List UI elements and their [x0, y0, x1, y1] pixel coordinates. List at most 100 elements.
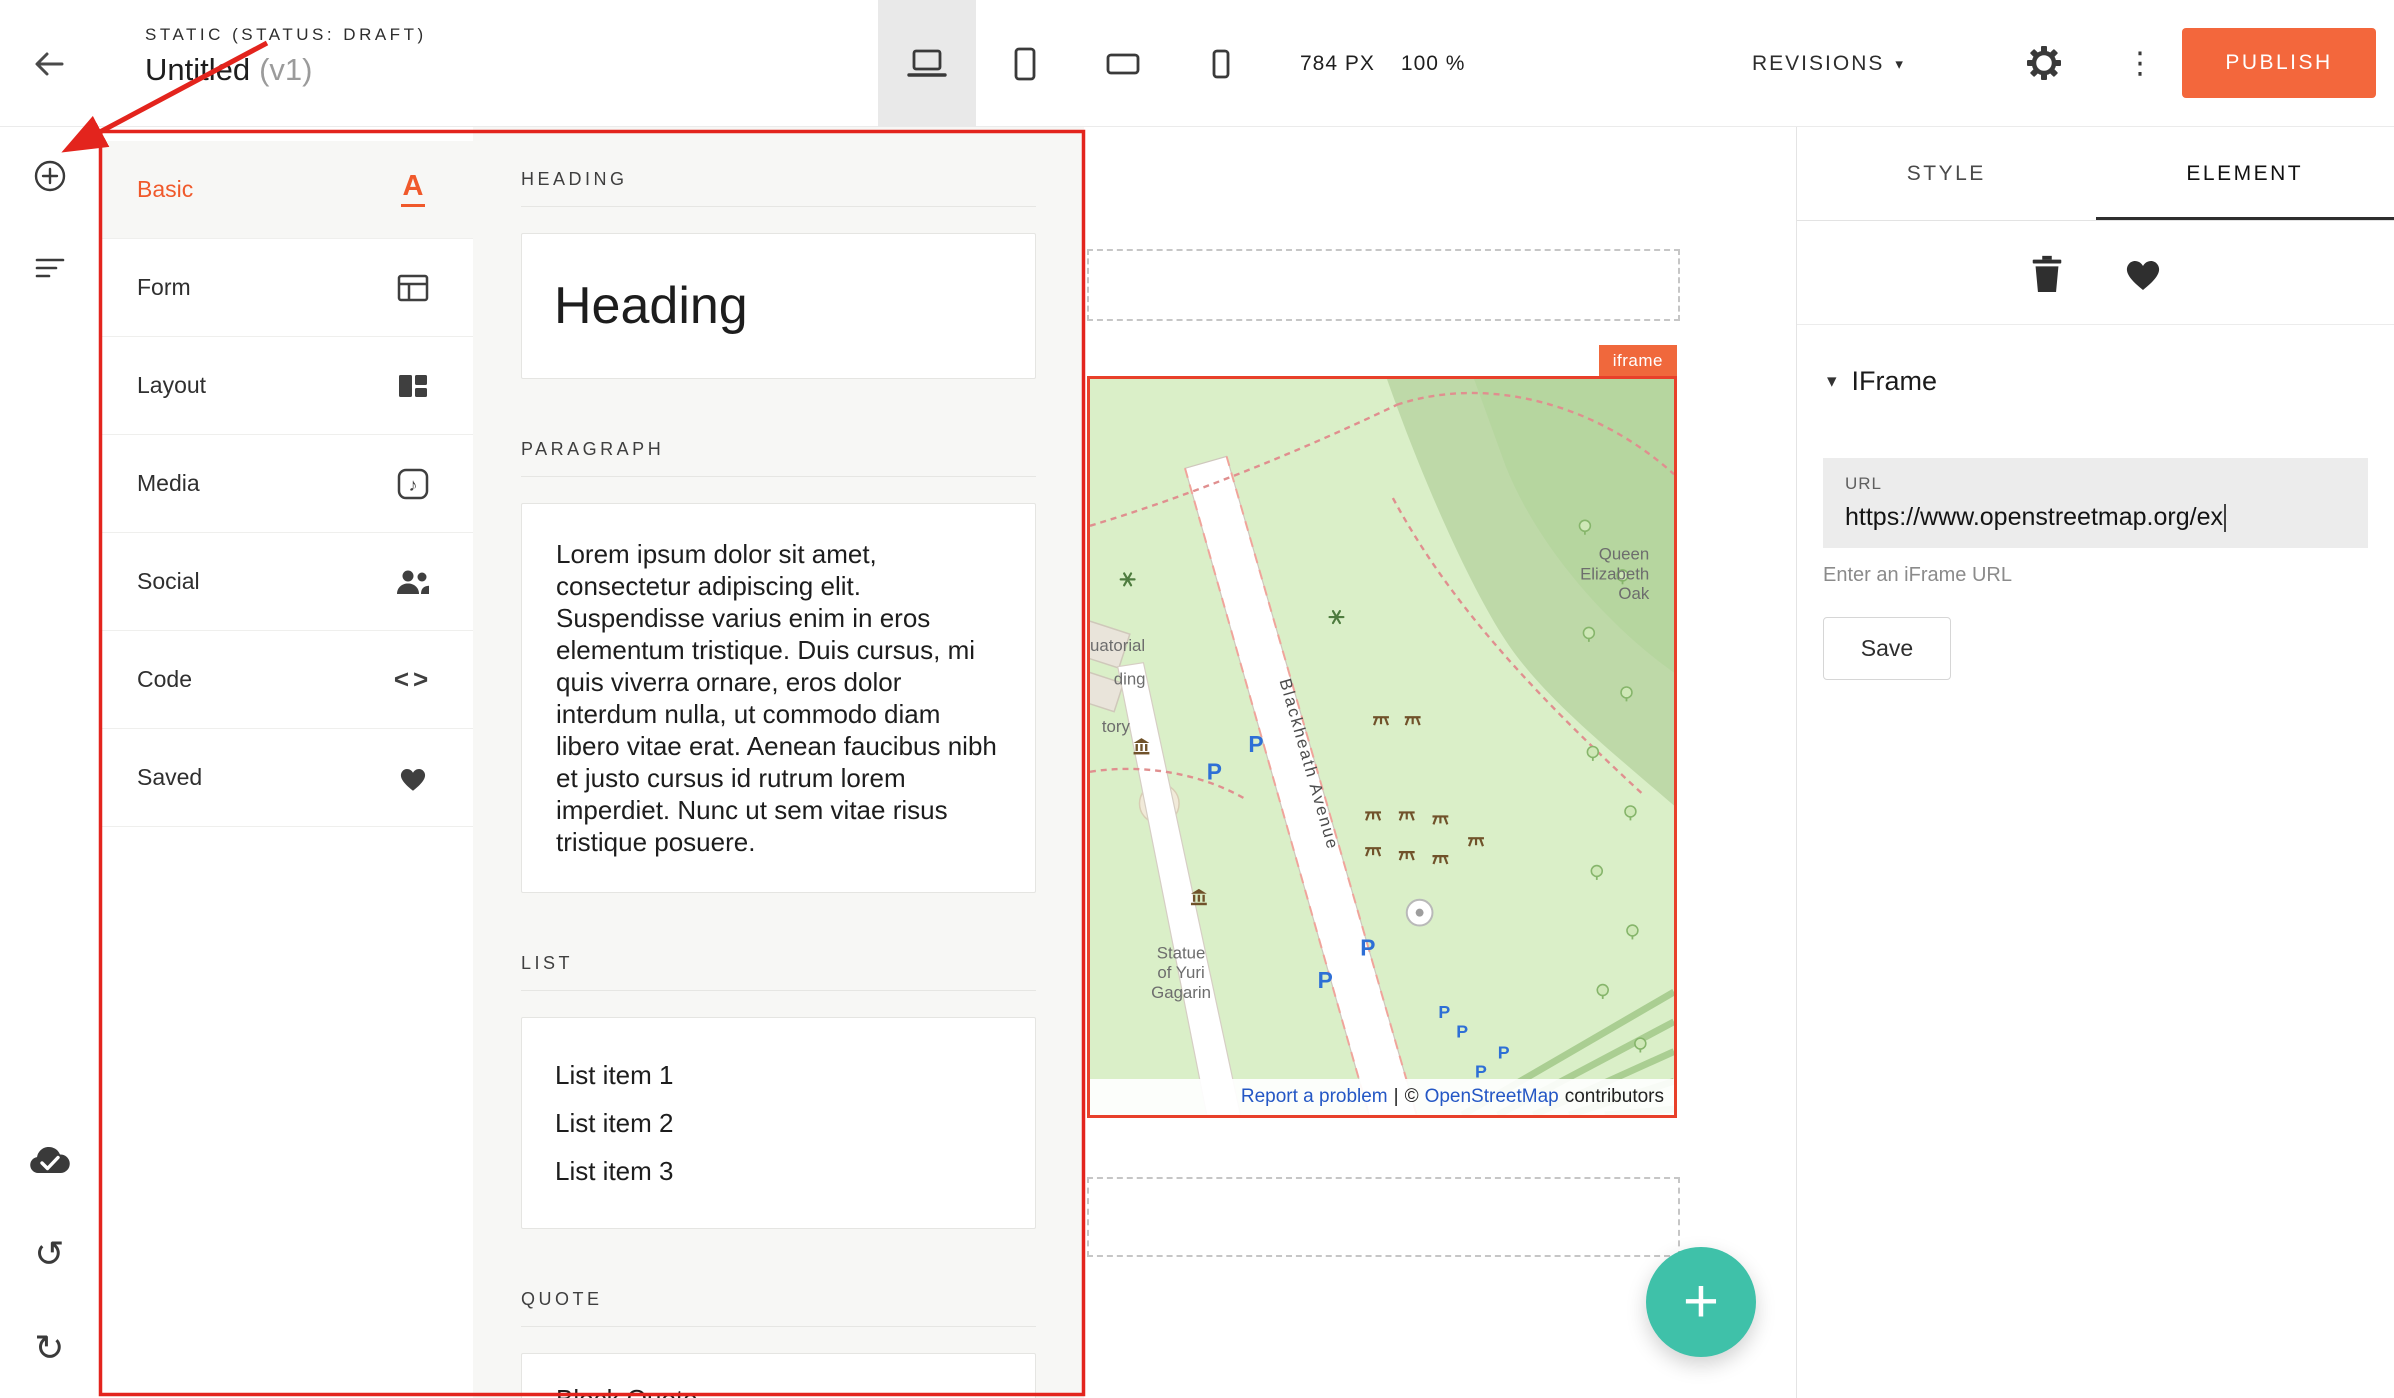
empty-drop-placeholder-bottom[interactable] [1087, 1177, 1680, 1257]
element-categories-panel: Basic A Form Layout [99, 127, 473, 1398]
category-saved[interactable]: Saved [99, 729, 473, 827]
map-label-statue: Gagarin [1151, 983, 1211, 1002]
heart-icon [2121, 253, 2165, 293]
category-form[interactable]: Form [99, 239, 473, 337]
openstreetmap-preview: Blackheath Avenue [1090, 379, 1674, 1115]
category-code[interactable]: Code <> [99, 631, 473, 729]
map-parking-icon: P [1498, 1042, 1510, 1062]
section-header: LIST [521, 953, 1036, 991]
section-header: QUOTE [521, 1289, 1036, 1327]
back-button[interactable] [0, 0, 99, 127]
page-title[interactable]: Untitled [145, 52, 250, 87]
redo-icon: ↻ [34, 1330, 64, 1366]
openstreetmap-link[interactable]: OpenStreetMap [1425, 1086, 1559, 1108]
chevron-down-icon: ▾ [1895, 55, 1905, 73]
category-label: Media [137, 470, 200, 497]
save-to-favorites-button[interactable] [2121, 253, 2165, 293]
code-brackets-icon: <> [391, 664, 435, 695]
trash-icon [2027, 251, 2067, 295]
save-button[interactable]: Save [1823, 617, 1951, 680]
category-basic[interactable]: Basic A [99, 141, 473, 239]
revisions-dropdown[interactable]: REVISIONS ▾ [1752, 0, 1905, 127]
section-header: HEADING [521, 169, 1036, 207]
list-element-card[interactable]: List item 1 List item 2 List item 3 [521, 1017, 1036, 1229]
paragraph-element-card[interactable]: Lorem ipsum dolor sit amet, consectetur … [521, 503, 1036, 893]
map-parking-icon: P [1456, 1022, 1468, 1042]
url-field-label: URL [1845, 474, 2346, 494]
category-media[interactable]: Media ♪ [99, 435, 473, 533]
map-label-statue: of Yuri [1157, 963, 1204, 982]
tab-element[interactable]: ELEMENT [2096, 127, 2394, 220]
svg-text:♪: ♪ [409, 475, 418, 495]
add-element-button[interactable] [18, 144, 82, 208]
element-type-title: IFrame [1852, 366, 1938, 397]
plus-circle-icon [31, 157, 69, 195]
layout-icon [391, 369, 435, 403]
left-rail: ↺ ↻ [0, 127, 99, 1398]
quote-element-card[interactable]: Block Quote [521, 1353, 1036, 1398]
map-parking-icon: P [1318, 967, 1333, 993]
map-label-oak: Oak [1618, 584, 1649, 603]
add-section-fab[interactable]: + [1646, 1247, 1756, 1357]
cloud-check-icon [27, 1142, 73, 1178]
list-item: List item 1 [555, 1051, 1002, 1099]
page-builder-app: STATIC (STATUS: DRAFT) Untitled(v1) [0, 0, 2394, 1398]
section-heading: HEADING Heading [521, 169, 1036, 379]
category-layout[interactable]: Layout [99, 337, 473, 435]
map-parking-icon: P [1438, 1002, 1450, 1022]
people-icon [391, 567, 435, 597]
url-input-group[interactable]: URL https://www.openstreetmap.org/ex [1823, 458, 2368, 548]
element-actions-row [1797, 221, 2394, 325]
map-label-statue: Statue [1157, 943, 1206, 962]
report-problem-link[interactable]: Report a problem [1241, 1086, 1388, 1108]
laptop-icon [905, 44, 949, 84]
map-label-edge: ding [1114, 669, 1146, 688]
delete-element-button[interactable] [2027, 251, 2067, 295]
tab-style[interactable]: STYLE [1797, 127, 2096, 220]
category-label: Form [137, 274, 191, 301]
section-list: LIST List item 1 List item 2 List item 3 [521, 953, 1036, 1229]
element-library-panel: HEADING Heading PARAGRAPH Lorem ipsum do… [473, 127, 1084, 1398]
device-tablet-button[interactable] [976, 0, 1074, 127]
selected-iframe-element[interactable]: iframe [1087, 376, 1677, 1118]
map-attribution: Report a problem | © OpenStreetMap contr… [1090, 1079, 1674, 1115]
inspector-tabs: STYLE ELEMENT [1797, 127, 2394, 221]
list-item: List item 3 [555, 1147, 1002, 1195]
device-desktop-button[interactable] [878, 0, 976, 127]
device-tablet-landscape-button[interactable] [1074, 0, 1172, 127]
map-parking-icon: P [1360, 934, 1375, 960]
more-options-button[interactable]: ⋮ [2116, 31, 2164, 95]
gear-icon [2024, 43, 2064, 83]
undo-icon: ↺ [34, 1236, 64, 1272]
settings-button[interactable] [2012, 31, 2076, 95]
tablet-portrait-icon [1003, 44, 1047, 84]
publish-button[interactable]: PUBLISH [2182, 28, 2376, 98]
menu-lines-icon [35, 255, 65, 281]
heading-element-card[interactable]: Heading [521, 233, 1036, 379]
undo-button[interactable]: ↺ [18, 1222, 82, 1286]
map-parking-icon: P [1207, 759, 1222, 785]
redo-button[interactable]: ↻ [18, 1316, 82, 1380]
kebab-menu-icon: ⋮ [2125, 46, 2155, 81]
page-canvas: iframe [1084, 127, 1796, 1398]
device-phone-button[interactable] [1172, 0, 1270, 127]
section-header: PARAGRAPH [521, 439, 1036, 477]
url-input-value: https://www.openstreetmap.org/ex [1845, 503, 2223, 532]
page-title-block: STATIC (STATUS: DRAFT) Untitled(v1) [145, 25, 427, 88]
autosave-status-button[interactable] [18, 1128, 82, 1192]
list-item: List item 2 [555, 1099, 1002, 1147]
category-label: Layout [137, 372, 206, 399]
category-social[interactable]: Social [99, 533, 473, 631]
category-label: Basic [137, 176, 193, 203]
text-cursor [2224, 504, 2226, 532]
map-label-oak: Queen [1599, 545, 1649, 564]
device-preview-group [878, 0, 1270, 127]
layers-menu-button[interactable] [18, 236, 82, 300]
iframe-section-toggle[interactable]: ▾ IFrame [1797, 325, 2394, 438]
empty-drop-placeholder-top[interactable] [1087, 249, 1680, 321]
rail-bottom-group: ↺ ↻ [18, 1128, 82, 1380]
map-label-edge: uatorial [1090, 636, 1145, 655]
url-input[interactable]: https://www.openstreetmap.org/ex [1845, 503, 2346, 532]
arrow-left-icon [30, 44, 70, 84]
page-status: STATIC (STATUS: DRAFT) [145, 25, 427, 45]
